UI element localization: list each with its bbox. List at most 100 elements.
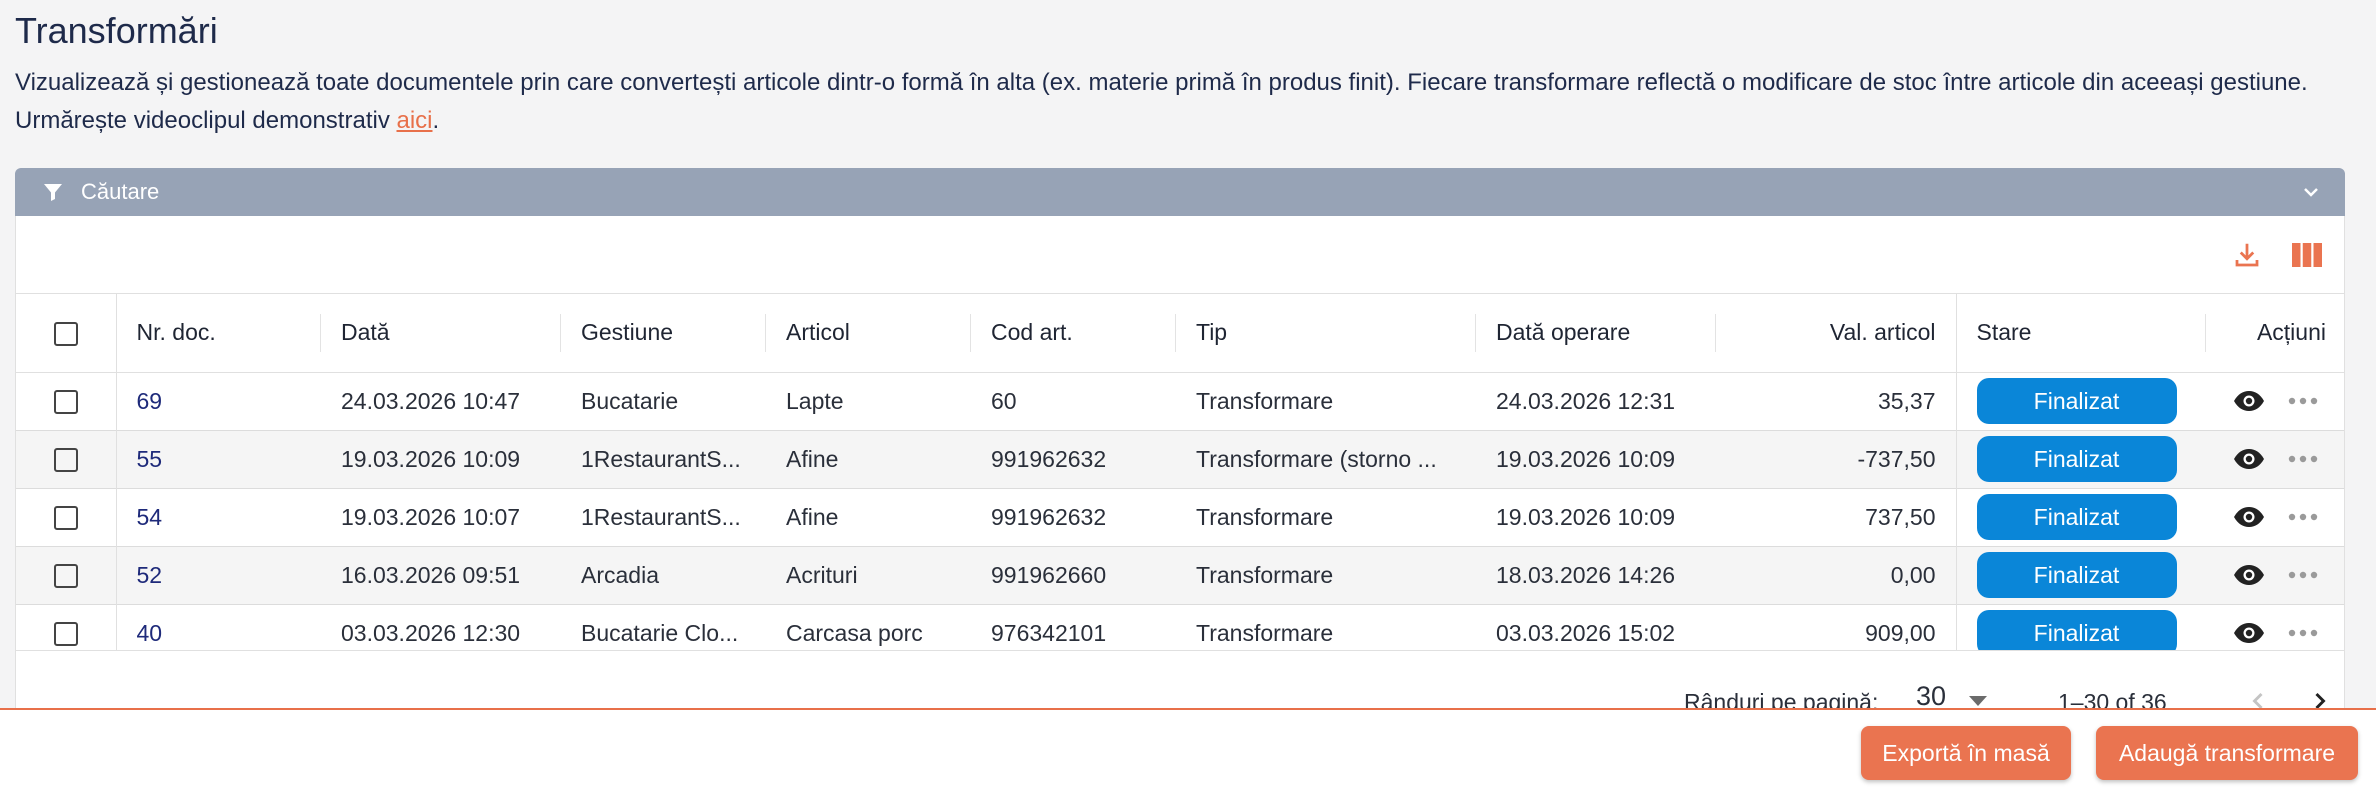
- doc-number-link[interactable]: 54: [137, 504, 163, 530]
- pagination: Rânduri pe pagină: 30 1–30 of 36: [15, 651, 2345, 709]
- table-row[interactable]: 54 19.03.2026 10:07 1RestaurantS... Afine 99…: [16, 488, 2344, 546]
- chevron-down-icon[interactable]: [2299, 180, 2323, 204]
- cell-val-articol: 737,50: [1865, 503, 1936, 530]
- download-icon[interactable]: [2230, 238, 2264, 272]
- row-select-cell: [16, 372, 117, 430]
- more-horizontal-icon[interactable]: [2286, 500, 2320, 534]
- row-checkbox[interactable]: [53, 390, 78, 415]
- select-all-checkbox[interactable]: [53, 322, 78, 347]
- col-header-cod-art[interactable]: Cod art.: [971, 294, 1176, 373]
- row-checkbox[interactable]: [53, 564, 78, 589]
- status-badge[interactable]: Finalizat: [1976, 494, 2177, 540]
- row-checkbox[interactable]: [53, 448, 78, 473]
- col-header-stare[interactable]: Stare: [1955, 294, 2207, 373]
- col-header-data[interactable]: Dată: [321, 294, 561, 373]
- cell-nr-doc: 52: [116, 546, 321, 604]
- cell-data-operare: 18.03.2026 14:26: [1496, 561, 1676, 588]
- table-row[interactable]: 40 03.03.2026 12:30 Bucatarie Clo... Carcas…: [16, 604, 2344, 650]
- cell-tip: Transformare: [1196, 561, 1334, 588]
- cell-actiuni: [2206, 604, 2344, 650]
- cell-val-articol: 909,00: [1865, 619, 1936, 646]
- cell-articol: Afine: [786, 445, 839, 472]
- caret-down-icon[interactable]: [1969, 696, 1987, 706]
- cell-cod-art: 991962632: [991, 503, 1107, 530]
- col-header-nr-doc[interactable]: Nr. doc.: [116, 294, 321, 373]
- more-horizontal-icon[interactable]: [2286, 442, 2320, 476]
- page-description: Vizualizează și gestionează toate docume…: [15, 64, 2345, 140]
- filter-icon: [41, 180, 65, 204]
- cell-gestiune: Bucatarie Clo...: [581, 619, 739, 646]
- cell-data-operare: 24.03.2026 12:31: [1496, 387, 1676, 414]
- footer-bar: Exportă în masă Adaugă transformare: [0, 708, 2376, 789]
- cell-cod-art: 976342101: [991, 619, 1107, 646]
- cell-gestiune: 1RestaurantS...: [581, 445, 741, 472]
- status-badge[interactable]: Finalizat: [1976, 436, 2177, 482]
- cell-actiuni: [2206, 546, 2344, 604]
- cell-articol: Acrituri: [786, 561, 858, 588]
- doc-number-link[interactable]: 55: [137, 446, 163, 472]
- col-header-articol[interactable]: Articol: [766, 294, 971, 373]
- cell-articol: Lapte: [786, 387, 844, 414]
- cell-data: 16.03.2026 09:51: [341, 561, 521, 588]
- cell-nr-doc: 40: [116, 604, 321, 650]
- status-badge[interactable]: Finalizat: [1976, 610, 2177, 650]
- search-bar[interactable]: Căutare: [15, 168, 2345, 216]
- doc-number-link[interactable]: 69: [137, 388, 163, 414]
- description-end: .: [432, 107, 440, 134]
- cell-stare: Finalizat: [1955, 430, 2206, 488]
- cell-val-articol: -737,50: [1857, 445, 1936, 472]
- doc-number-link[interactable]: 52: [137, 562, 163, 588]
- cell-tip: Transformare: [1196, 387, 1334, 414]
- table-scroll-area[interactable]: Nr. doc. Dată Gestiune Articol Cod art. …: [16, 294, 2344, 651]
- columns-icon[interactable]: [2290, 238, 2324, 272]
- rows-per-page-select[interactable]: 30: [1916, 681, 1946, 709]
- more-horizontal-icon[interactable]: [2286, 558, 2320, 592]
- col-header-val-articol[interactable]: Val. articol: [1716, 294, 1956, 373]
- cell-stare: Finalizat: [1955, 604, 2206, 650]
- eye-icon[interactable]: [2232, 616, 2266, 650]
- col-header-gestiune[interactable]: Gestiune: [561, 294, 766, 373]
- status-badge[interactable]: Finalizat: [1976, 552, 2177, 598]
- table-row[interactable]: 52 16.03.2026 09:51 Arcadia Acrituri 9919626…: [16, 546, 2344, 604]
- cell-gestiune: Bucatarie: [581, 387, 679, 414]
- eye-icon[interactable]: [2232, 558, 2266, 592]
- add-transformation-button[interactable]: Adaugă transformare: [2096, 726, 2358, 780]
- cell-cod-art: 60: [991, 387, 1017, 414]
- status-badge[interactable]: Finalizat: [1976, 378, 2177, 424]
- eye-icon[interactable]: [2232, 500, 2266, 534]
- more-horizontal-icon[interactable]: [2286, 616, 2320, 650]
- demo-video-link[interactable]: aici: [396, 107, 432, 134]
- rows-per-page-label: Rânduri pe pagină:: [1684, 689, 1879, 709]
- cell-stare: Finalizat: [1955, 488, 2206, 546]
- eye-icon[interactable]: [2232, 442, 2266, 476]
- row-select-cell: [16, 430, 117, 488]
- cell-gestiune: Arcadia: [581, 561, 659, 588]
- row-checkbox[interactable]: [53, 622, 78, 647]
- doc-number-link[interactable]: 40: [137, 620, 163, 646]
- transformations-table: Nr. doc. Dată Gestiune Articol Cod art. …: [16, 294, 2344, 650]
- table-row[interactable]: 55 19.03.2026 10:09 1RestaurantS... Afine 99…: [16, 430, 2344, 488]
- cell-nr-doc: 69: [116, 372, 321, 430]
- col-header-data-operare[interactable]: Dată operare: [1476, 294, 1716, 373]
- table-row[interactable]: 69 24.03.2026 10:47 Bucatarie Lapte 60 Transf…: [16, 372, 2344, 430]
- row-select-cell: [16, 488, 117, 546]
- table-header-row: Nr. doc. Dată Gestiune Articol Cod art. …: [16, 294, 2344, 373]
- chevron-right-icon[interactable]: [2306, 687, 2334, 709]
- cell-val-articol: 0,00: [1890, 561, 1936, 588]
- row-checkbox[interactable]: [53, 506, 78, 531]
- page-range: 1–30 of 36: [2058, 689, 2167, 709]
- cell-val-articol: 35,37: [1877, 387, 1936, 414]
- cell-tip: Transformare (storno ...: [1196, 445, 1437, 472]
- table-toolbar: [16, 216, 2344, 294]
- cell-nr-doc: 54: [116, 488, 321, 546]
- col-header-tip[interactable]: Tip: [1176, 294, 1476, 373]
- more-horizontal-icon[interactable]: [2286, 384, 2320, 418]
- description-text: Vizualizează și gestionează toate docume…: [15, 69, 2308, 134]
- cell-data-operare: 19.03.2026 10:09: [1496, 503, 1676, 530]
- eye-icon[interactable]: [2232, 384, 2266, 418]
- search-label: Căutare: [81, 179, 160, 204]
- export-bulk-button[interactable]: Exportă în masă: [1861, 726, 2071, 780]
- chevron-left-icon[interactable]: [2244, 687, 2272, 709]
- cell-data: 19.03.2026 10:07: [341, 503, 521, 530]
- cell-actiuni: [2206, 372, 2344, 430]
